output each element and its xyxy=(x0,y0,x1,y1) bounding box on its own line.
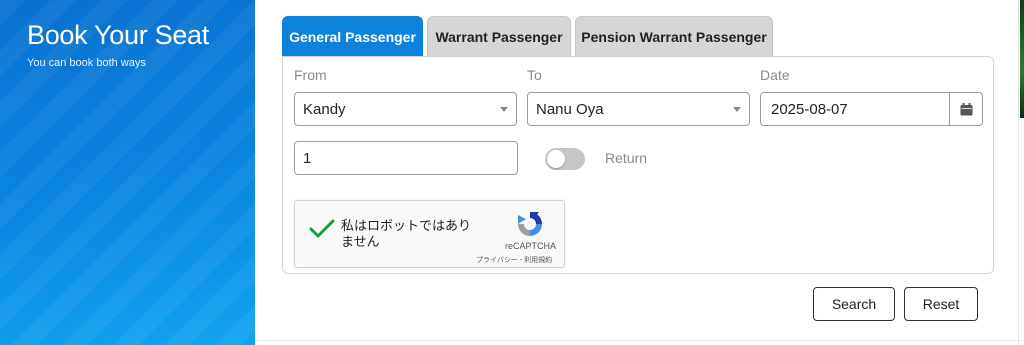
reset-button[interactable]: Reset xyxy=(904,287,978,321)
from-select[interactable]: Kandy xyxy=(294,92,517,126)
recaptcha-brand: reCAPTCHA xyxy=(505,241,557,251)
right-divider xyxy=(1018,0,1019,345)
chevron-down-icon xyxy=(500,107,508,112)
recaptcha-links[interactable]: プライバシー - 利用規約 xyxy=(476,255,552,265)
search-button[interactable]: Search xyxy=(813,287,895,321)
passenger-count-input[interactable]: 1 xyxy=(294,141,518,175)
toggle-knob xyxy=(547,150,565,168)
recaptcha-widget: 私はロボットではありません reCAPTCHA プライバシー - 利用規約 xyxy=(294,200,565,268)
chevron-down-icon xyxy=(733,107,741,112)
calendar-icon xyxy=(960,102,972,115)
to-select[interactable]: Nanu Oya xyxy=(527,92,750,126)
return-toggle[interactable] xyxy=(545,148,585,170)
from-select-value: Kandy xyxy=(303,100,346,118)
booking-form-card: From To Date Kandy Nanu Oya 2025-08-07 1… xyxy=(282,56,994,274)
recaptcha-logo-icon xyxy=(518,212,542,236)
panel-title: Book Your Seat xyxy=(27,20,209,50)
panel-subtitle: You can book both ways xyxy=(27,57,146,69)
date-label: Date xyxy=(760,67,790,83)
bottom-divider xyxy=(255,340,1024,341)
to-select-value: Nanu Oya xyxy=(536,100,604,118)
checkmark-icon[interactable] xyxy=(309,218,335,240)
tab-pension-warrant-passenger[interactable]: Pension Warrant Passenger xyxy=(575,16,773,57)
to-label: To xyxy=(527,67,542,83)
return-label: Return xyxy=(605,150,648,166)
tab-warrant-passenger[interactable]: Warrant Passenger xyxy=(427,16,571,57)
tab-general-passenger[interactable]: General Passenger xyxy=(282,16,423,57)
date-input[interactable]: 2025-08-07 xyxy=(760,92,983,126)
passenger-count-value: 1 xyxy=(303,149,312,167)
from-label: From xyxy=(294,67,327,83)
calendar-button[interactable] xyxy=(949,93,982,125)
recaptcha-label: 私はロボットではありません xyxy=(341,218,472,249)
right-edge-strip xyxy=(1020,0,1024,118)
booking-side-panel: Book Your Seat You can book both ways xyxy=(0,0,255,345)
date-value: 2025-08-07 xyxy=(771,100,848,118)
